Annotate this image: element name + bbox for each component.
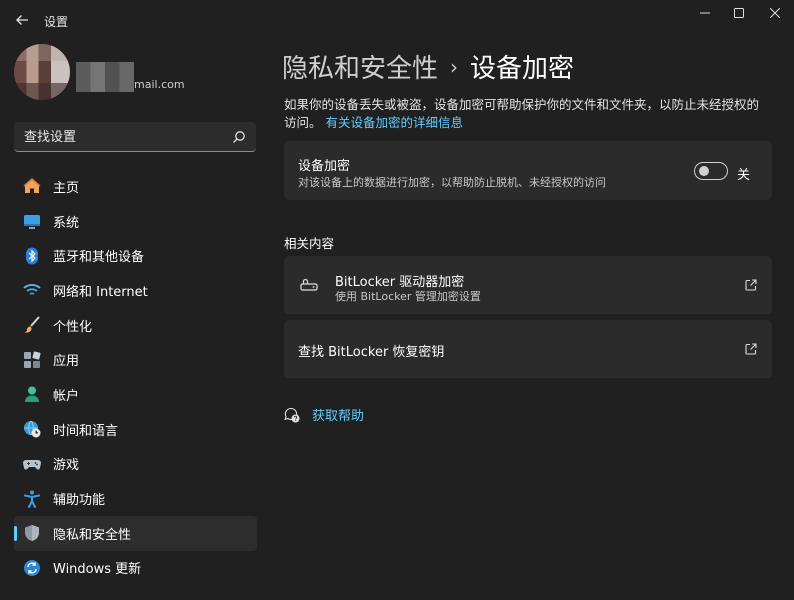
account-icon xyxy=(23,385,41,403)
external-link-icon xyxy=(745,343,757,355)
sidebar-item-label: 隐私和安全性 xyxy=(53,527,132,543)
encryption-toggle[interactable] xyxy=(694,162,728,180)
sidebar-item-network[interactable]: 网络和 Internet xyxy=(14,273,257,308)
back-arrow-icon xyxy=(16,15,28,25)
toggle-state-label: 关 xyxy=(737,168,751,183)
bitlocker-drive-icon xyxy=(300,278,318,291)
system-icon xyxy=(23,212,41,230)
page-title: 设备加密 xyxy=(470,54,575,84)
sidebar-item-accounts[interactable]: 帐户 xyxy=(14,377,257,412)
maximize-icon xyxy=(734,8,744,18)
sidebar-item-privacy-security[interactable]: 隐私和安全性 xyxy=(14,515,257,551)
update-icon xyxy=(23,559,41,577)
gamepad-icon xyxy=(23,455,41,473)
sidebar-item-label: 时间和语言 xyxy=(53,423,119,439)
external-link-icon xyxy=(745,279,757,291)
help-icon xyxy=(284,407,300,422)
account-name-blurred xyxy=(76,62,134,92)
maximize-button[interactable] xyxy=(722,0,756,26)
account-email: mail.com xyxy=(134,78,185,91)
sidebar-item-bluetooth[interactable]: 蓝牙和其他设备 xyxy=(14,238,257,273)
sidebar-item-label: 帐户 xyxy=(53,388,80,404)
sidebar-item-label: 游戏 xyxy=(53,458,80,474)
sidebar-item-label: 蓝牙和其他设备 xyxy=(53,250,145,266)
back-button[interactable] xyxy=(12,10,32,30)
wifi-icon xyxy=(23,281,41,299)
breadcrumb-parent[interactable]: 隐私和安全性 xyxy=(282,48,438,85)
get-help-link[interactable]: 获取帮助 xyxy=(312,405,364,424)
learn-more-link[interactable]: 有关设备加密的详细信息 xyxy=(326,115,464,130)
sidebar-item-windows-update[interactable]: Windows 更新 xyxy=(14,551,257,586)
breadcrumb: 隐私和安全性 › 设备加密 xyxy=(282,48,574,85)
sidebar-nav: 主页 系统 蓝牙和其他设备 网络和 Internet 个性化 应用 帐户 时间和… xyxy=(14,169,257,585)
sidebar-item-system[interactable]: 系统 xyxy=(14,204,257,239)
brush-icon xyxy=(23,316,41,334)
sidebar-item-label: 个性化 xyxy=(53,319,93,335)
app-title: 设置 xyxy=(44,15,69,29)
sidebar-item-time-language[interactable]: 时间和语言 xyxy=(14,412,257,447)
sidebar-item-label: Windows 更新 xyxy=(53,562,142,578)
globe-clock-icon xyxy=(23,420,41,438)
toggle-knob xyxy=(699,166,709,176)
search-icon[interactable] xyxy=(232,130,246,144)
sidebar-item-label: 系统 xyxy=(53,215,80,231)
recovery-key-title: 查找 BitLocker 恢复密钥 xyxy=(298,345,445,360)
home-icon xyxy=(23,177,41,195)
search-box[interactable] xyxy=(14,122,256,152)
sidebar-item-accessibility[interactable]: 辅助功能 xyxy=(14,481,257,516)
sidebar-item-gaming[interactable]: 游戏 xyxy=(14,447,257,482)
bitlocker-card[interactable]: BitLocker 驱动器加密 使用 BitLocker 管理加密设置 xyxy=(284,256,772,314)
encryption-subtitle: 对该设备上的数据进行加密，以帮助防止脱机、未经授权的访问 xyxy=(298,176,606,189)
get-help[interactable]: 获取帮助 xyxy=(284,405,364,424)
recovery-key-card[interactable]: 查找 BitLocker 恢复密钥 xyxy=(284,320,772,378)
avatar[interactable] xyxy=(14,44,70,100)
sidebar-item-apps[interactable]: 应用 xyxy=(14,342,257,377)
sidebar-item-label: 应用 xyxy=(53,354,80,370)
sidebar-item-label: 辅助功能 xyxy=(53,493,106,509)
minimize-icon xyxy=(700,12,710,14)
sidebar-item-home[interactable]: 主页 xyxy=(14,169,257,204)
encryption-title: 设备加密 xyxy=(298,159,351,174)
sidebar-item-personalization[interactable]: 个性化 xyxy=(14,308,257,343)
related-content-heading: 相关内容 xyxy=(284,236,335,251)
sidebar-item-label: 主页 xyxy=(53,180,80,196)
active-indicator xyxy=(14,525,17,541)
bluetooth-icon xyxy=(23,247,41,265)
sidebar-item-label: 网络和 Internet xyxy=(53,284,148,300)
bitlocker-subtitle: 使用 BitLocker 管理加密设置 xyxy=(335,290,481,303)
close-icon xyxy=(770,8,780,18)
breadcrumb-separator: › xyxy=(450,54,459,79)
title-bar: 设置 xyxy=(0,0,794,40)
minimize-button[interactable] xyxy=(688,0,722,26)
device-encryption-card: 设备加密 对该设备上的数据进行加密，以帮助防止脱机、未经授权的访问 关 xyxy=(284,141,772,200)
page-description: 如果你的设备丢失或被盗，设备加密可帮助保护你的文件和文件夹，以防止未经授权的访问… xyxy=(284,96,770,132)
close-button[interactable] xyxy=(758,0,792,26)
accessibility-icon xyxy=(23,490,41,508)
shield-icon xyxy=(23,524,41,542)
apps-icon xyxy=(23,351,41,369)
search-input[interactable] xyxy=(24,126,224,148)
